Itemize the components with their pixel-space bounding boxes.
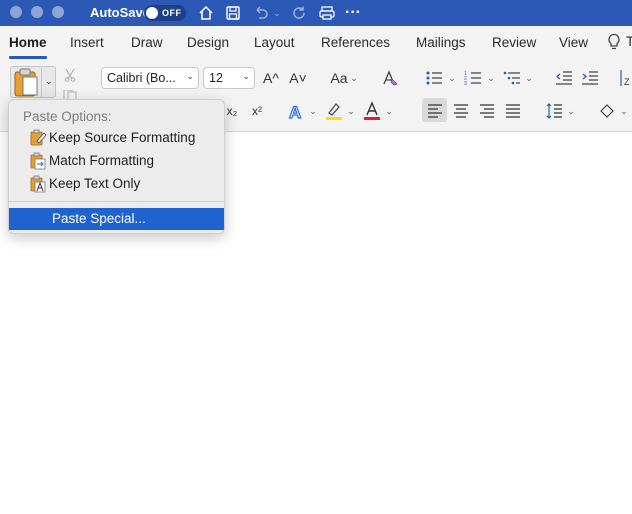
tab-mailings[interactable]: Mailings [416,35,466,50]
svg-text:3: 3 [464,81,467,86]
word-window: AutoSave OFF ⌄ ··· Home Insert Draw Desi… [0,0,632,514]
chevron-down-icon[interactable]: ⌄ [620,105,628,117]
keep-source-formatting-icon [29,129,47,147]
keep-source-formatting-item[interactable]: Keep Source Formatting [9,127,224,150]
chevron-down-icon[interactable]: ⌄ [487,72,495,84]
font-name-value: Calibri (Bo... [107,71,176,85]
zoom-window-button[interactable] [52,6,64,18]
bullets-icon[interactable] [424,68,444,88]
numbering-icon[interactable]: 123 [463,68,483,88]
title-bar: AutoSave OFF ⌄ ··· [0,0,632,26]
keep-text-only-item[interactable]: Keep Text Only [9,173,224,196]
multilevel-list-icon[interactable] [502,68,522,88]
paste-options-menu: Paste Options: Keep Source Formatting Ma… [8,99,225,234]
keep-text-only-icon [29,175,47,193]
chevron-down-icon[interactable]: ⌄ [448,72,456,84]
match-formatting-item[interactable]: Match Formatting [9,150,224,173]
paste-button[interactable]: ⌄ [10,66,56,98]
chevron-down-icon[interactable]: ⌄ [385,105,393,117]
chevron-down-icon: ⌄ [186,71,194,81]
autosave-toggle[interactable]: OFF [144,5,186,21]
font-size-dropdown[interactable]: 12 ⌄ [203,67,255,89]
lightbulb-icon[interactable] [606,33,622,51]
tab-insert[interactable]: Insert [70,35,104,50]
paste-special-label: Paste Special... [52,211,146,226]
paste-options-title: Paste Options: [23,109,112,124]
redo-icon[interactable] [290,3,308,23]
svg-text:A: A [289,103,301,120]
clear-formatting-icon[interactable] [380,68,400,88]
save-icon[interactable] [224,3,242,23]
autosave-state: OFF [162,8,182,18]
tab-view[interactable]: View [559,35,588,50]
more-options-icon[interactable]: ··· [344,3,362,23]
tab-draw[interactable]: Draw [131,35,163,50]
match-formatting-label: Match Formatting [49,153,155,168]
align-right-icon[interactable] [477,101,497,121]
change-case-button[interactable]: Aa [328,68,350,88]
chevron-down-icon[interactable]: ⌄ [525,72,533,84]
superscript-button[interactable]: x² [249,101,265,121]
tab-review[interactable]: Review [492,35,536,50]
close-window-button[interactable] [10,6,22,18]
home-icon[interactable] [197,3,215,23]
subscript-button[interactable]: x₂ [224,101,240,121]
text-effects-icon[interactable]: A [286,100,306,122]
keep-source-formatting-label: Keep Source Formatting [49,130,196,145]
highlight-icon[interactable] [324,100,344,122]
font-size-value: 12 [209,71,223,85]
align-center-icon[interactable] [451,101,471,121]
chevron-down-icon: ⌄ [242,71,250,81]
tab-layout[interactable]: Layout [254,35,295,50]
decrease-indent-icon[interactable] [554,68,574,88]
print-icon[interactable] [317,3,337,23]
menu-divider [9,201,224,202]
paste-chevron-icon[interactable]: ⌄ [45,76,53,87]
grow-font-button[interactable]: A^ [261,68,281,88]
shrink-font-button[interactable]: A˅ [288,68,308,88]
align-left-icon[interactable] [425,101,445,121]
tab-references[interactable]: References [321,35,390,50]
tab-home[interactable]: Home [9,35,47,50]
svg-text:Z: Z [624,77,630,86]
shading-icon[interactable] [598,101,616,121]
ribbon-tabs: Home Insert Draw Design Layout Reference… [0,26,632,60]
chevron-down-icon[interactable]: ⌄ [567,105,575,117]
chevron-down-icon[interactable]: ⌄ [309,105,317,117]
chevron-down-icon[interactable]: ⌄ [350,72,358,84]
active-tab-indicator [9,56,47,59]
undo-icon[interactable] [252,3,270,23]
autosave-label: AutoSave [90,5,150,20]
font-name-dropdown[interactable]: Calibri (Bo... ⌄ [101,67,199,89]
justify-icon[interactable] [503,101,523,121]
increase-indent-icon[interactable] [580,68,600,88]
sort-icon[interactable]: Z [619,68,632,88]
chevron-down-icon[interactable]: ⌄ [347,105,355,117]
toggle-knob [146,7,158,19]
line-spacing-icon[interactable] [544,101,564,121]
minimize-window-button[interactable] [31,6,43,18]
match-formatting-icon [29,152,47,170]
font-color-icon[interactable] [362,100,382,122]
tab-design[interactable]: Design [187,35,229,50]
tell-me-search[interactable]: T [626,34,632,49]
keep-text-only-label: Keep Text Only [49,176,141,191]
cut-icon [62,68,78,82]
paste-special-item[interactable]: Paste Special... [9,208,224,230]
undo-chevron-icon[interactable]: ⌄ [272,3,282,23]
